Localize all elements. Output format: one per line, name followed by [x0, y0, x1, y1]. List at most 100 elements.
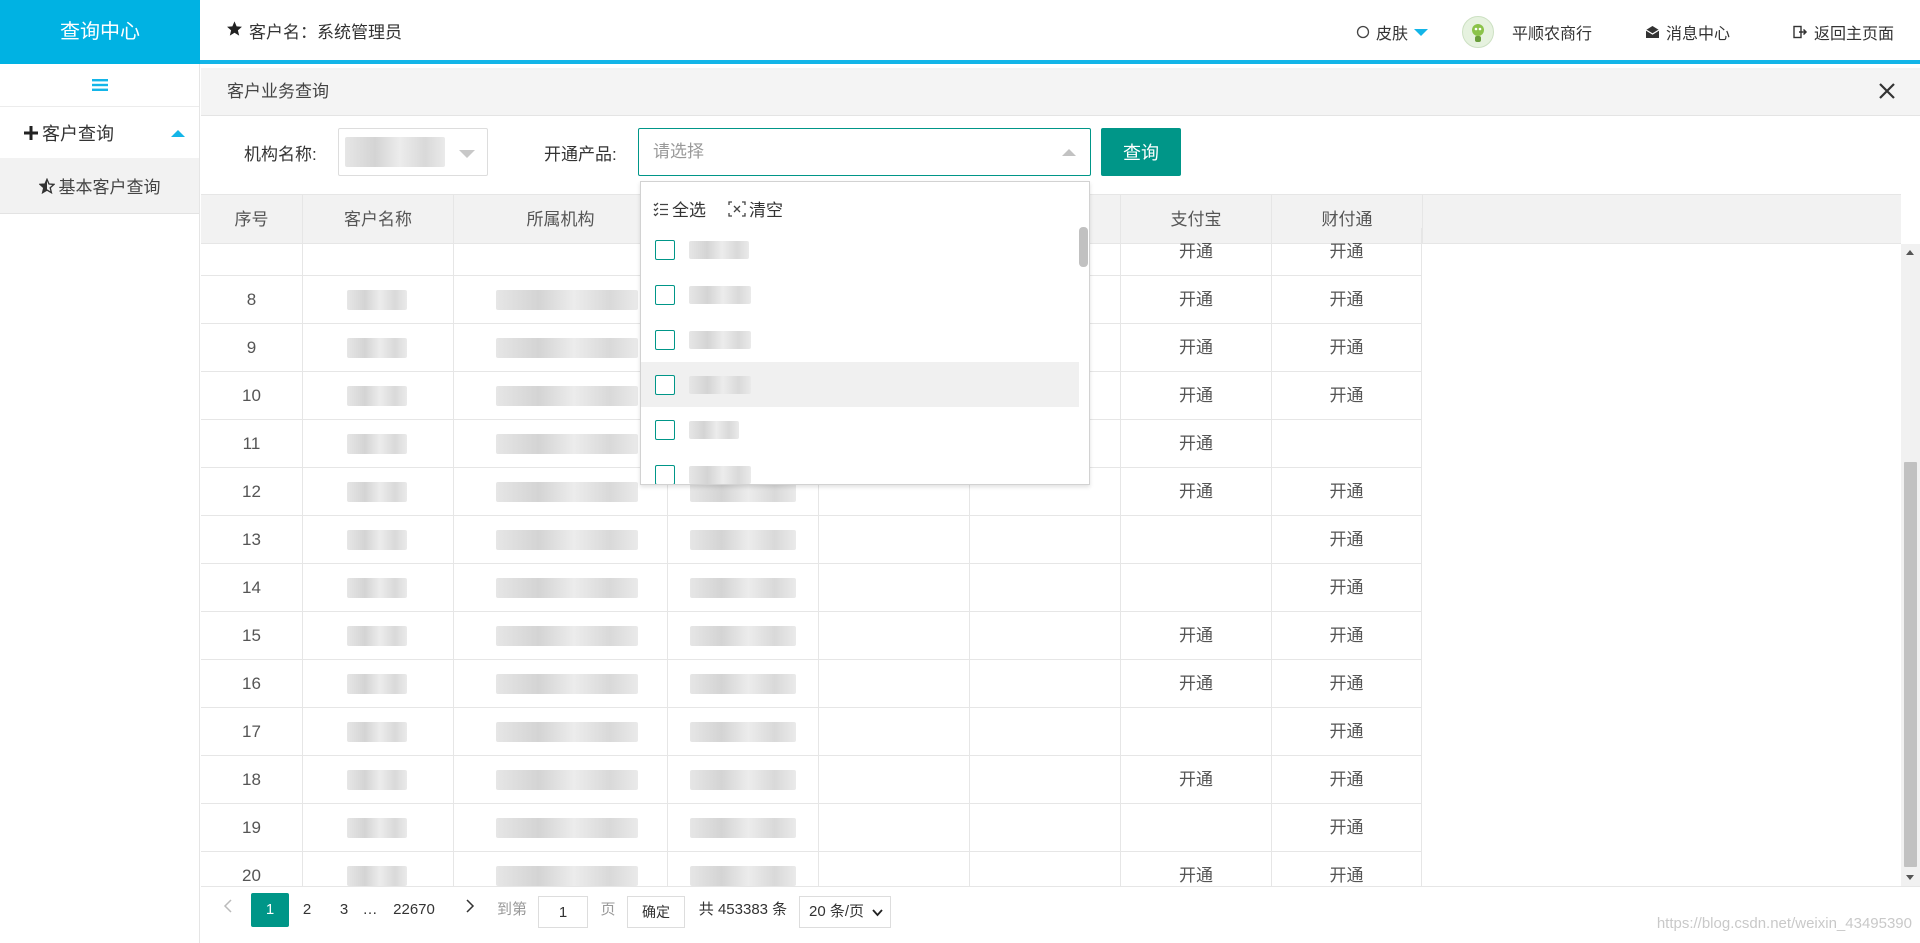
- dropdown-option[interactable]: [641, 227, 1079, 272]
- checkbox[interactable]: [655, 285, 675, 305]
- page-ellipsis: …: [362, 901, 378, 918]
- page-button-1[interactable]: 1: [251, 893, 289, 927]
- redacted-text: [496, 386, 638, 406]
- checkbox[interactable]: [655, 375, 675, 395]
- close-icon[interactable]: [1876, 80, 1898, 102]
- redacted-text: [347, 482, 407, 502]
- cell-tenpay: 开通: [1272, 852, 1422, 886]
- redacted-text: [496, 770, 638, 790]
- redacted-text: [496, 674, 638, 694]
- table-row[interactable]: 20 开通 开通: [201, 852, 1422, 886]
- redacted-text: [496, 866, 638, 886]
- scroll-up-icon[interactable]: [1906, 250, 1914, 255]
- page-button-3[interactable]: 3: [329, 893, 359, 927]
- cell-1: [303, 468, 454, 516]
- cell-seq: 11: [201, 420, 303, 468]
- cell-alipay: [1121, 804, 1272, 852]
- clear-label: 清空: [749, 201, 783, 220]
- redacted-text: [690, 482, 796, 502]
- checkbox[interactable]: [655, 465, 675, 484]
- redacted-option-label: [689, 331, 751, 349]
- cell-4: [819, 804, 970, 852]
- table-row[interactable]: 17 开通: [201, 708, 1422, 756]
- cell-5: [970, 756, 1121, 804]
- cell-3: [668, 516, 819, 564]
- prev-page-button[interactable]: [216, 893, 240, 927]
- redacted-text: [690, 818, 796, 838]
- redacted-text: [347, 434, 407, 454]
- sidebar-group-customer-query[interactable]: 客户查询: [0, 106, 199, 158]
- page-size-select[interactable]: 20 条/页: [799, 896, 891, 928]
- select-all-button[interactable]: 全选: [653, 196, 706, 221]
- redacted-text: [347, 530, 407, 550]
- chevron-up-icon: [1062, 149, 1076, 156]
- cell-alipay: 开通: [1121, 756, 1272, 804]
- cell-seq: 10: [201, 372, 303, 420]
- cell-tenpay: 开通: [1272, 804, 1422, 852]
- cell-seq: 19: [201, 804, 303, 852]
- top-header: 查询中心 客户名：系统管理员 皮肤 平顺农商行 消息中心 返回主页面: [0, 0, 1920, 64]
- menu-icon: [91, 79, 108, 91]
- table-row[interactable]: 16 开通 开通: [201, 660, 1422, 708]
- cell-2: [454, 708, 668, 756]
- goto-confirm-button[interactable]: 确定: [627, 896, 685, 928]
- cell-2: [454, 516, 668, 564]
- scroll-down-icon[interactable]: [1906, 875, 1914, 880]
- page-button-last[interactable]: 22670: [384, 893, 444, 927]
- sign-out-icon: [1793, 25, 1808, 39]
- org-select[interactable]: [338, 128, 488, 176]
- brand-title[interactable]: 查询中心: [0, 0, 200, 64]
- table-row[interactable]: 19 开通: [201, 804, 1422, 852]
- goto-page-input[interactable]: [538, 896, 588, 928]
- table-row[interactable]: 13 开通: [201, 516, 1422, 564]
- chevron-down-icon: [872, 909, 883, 917]
- dropdown-option[interactable]: [641, 272, 1079, 317]
- chevron-down-icon: [1414, 28, 1429, 36]
- sidebar-item-label: 基本客户查询: [58, 178, 161, 197]
- dropdown-option[interactable]: [641, 452, 1079, 484]
- dropdown-scrollbar-thumb[interactable]: [1079, 227, 1088, 267]
- query-button[interactable]: 查询: [1101, 128, 1181, 176]
- cell-1: [303, 804, 454, 852]
- cell-5: [970, 660, 1121, 708]
- clear-button[interactable]: 清空: [728, 196, 783, 221]
- cell-3: [668, 852, 819, 886]
- table-scrollbar[interactable]: [1901, 244, 1920, 886]
- sidebar-item-basic-customer-query[interactable]: 基本客户查询: [0, 158, 199, 214]
- redacted-text: [347, 674, 407, 694]
- redacted-text: [347, 338, 407, 358]
- dropdown-option[interactable]: [641, 407, 1079, 452]
- scrollbar-thumb[interactable]: [1904, 462, 1917, 867]
- chevron-right-icon: [466, 899, 475, 913]
- redacted-text: [690, 866, 796, 886]
- bank-profile[interactable]: 平顺农商行: [1462, 0, 1592, 64]
- table-row[interactable]: 15 开通 开通: [201, 612, 1422, 660]
- back-home-link[interactable]: 返回主页面: [1793, 0, 1894, 64]
- next-page-button[interactable]: [458, 893, 482, 927]
- cell-seq: [201, 228, 303, 276]
- sidebar-toggle[interactable]: [0, 64, 199, 106]
- redacted-option-label: [689, 421, 739, 439]
- page-button-2[interactable]: 2: [292, 893, 322, 927]
- sidebar-group-label: 客户查询: [42, 123, 114, 144]
- cell-1: [303, 852, 454, 886]
- cell-seq: 8: [201, 276, 303, 324]
- cell-1: [303, 276, 454, 324]
- org-selected-value: [345, 137, 445, 167]
- checkbox[interactable]: [655, 420, 675, 440]
- redacted-text: [347, 818, 407, 838]
- cell-2: [454, 324, 668, 372]
- redacted-text: [347, 290, 407, 310]
- cell-alipay: 开通: [1121, 660, 1272, 708]
- table-row[interactable]: 18 开通 开通: [201, 756, 1422, 804]
- cell-alipay: 开通: [1121, 228, 1272, 276]
- table-row[interactable]: 14 开通: [201, 564, 1422, 612]
- skin-menu[interactable]: 皮肤: [1356, 0, 1429, 64]
- product-select[interactable]: 请选择: [638, 128, 1091, 176]
- checkbox[interactable]: [655, 240, 675, 260]
- checkbox[interactable]: [655, 330, 675, 350]
- dropdown-option[interactable]: [641, 317, 1079, 362]
- dropdown-option[interactable]: [641, 362, 1079, 407]
- cell-5: [970, 516, 1121, 564]
- message-center-link[interactable]: 消息中心: [1645, 0, 1730, 64]
